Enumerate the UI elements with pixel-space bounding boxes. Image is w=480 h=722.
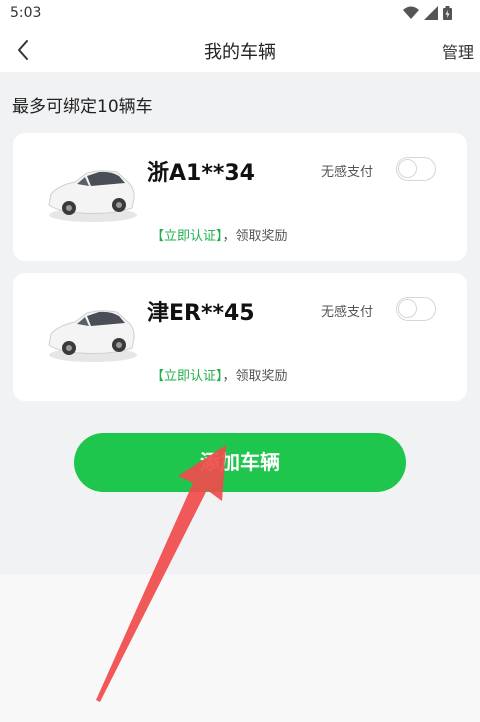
vehicle-list-area: 最多可绑定10辆车 浙A1**34 无感支付 【立即认证】，领取奖励 津ER**	[0, 72, 480, 574]
seamless-pay-label: 无感支付	[321, 165, 374, 180]
verify-reward-text: ，领取奖励	[222, 369, 288, 384]
seamless-pay-toggle[interactable]	[396, 157, 436, 181]
car-image	[48, 310, 137, 362]
verify-now-link[interactable]: 【立即认证】	[151, 229, 223, 244]
vehicle-limit-text: 最多可绑定10辆车	[12, 97, 153, 117]
toggle-knob	[398, 299, 417, 318]
verify-row: 【立即认证】，领取奖励	[151, 365, 288, 384]
page-title: 我的车辆	[204, 42, 276, 63]
verify-now-link[interactable]: 【立即认证】	[151, 369, 223, 384]
vehicle-card[interactable]: 浙A1**34 无感支付 【立即认证】，领取奖励	[13, 133, 467, 261]
battery-icon	[443, 6, 452, 20]
seamless-pay-toggle[interactable]	[396, 297, 436, 321]
verify-row: 【立即认证】，领取奖励	[151, 225, 288, 244]
plate-number: 浙A1**34	[147, 161, 255, 186]
nav-bar: 我的车辆 管理	[0, 26, 480, 72]
add-vehicle-button[interactable]: 添加车辆	[74, 433, 406, 492]
verify-reward-text: ，领取奖励	[222, 229, 288, 244]
status-bar: 5:03	[0, 0, 480, 26]
vehicle-card[interactable]: 津ER**45 无感支付 【立即认证】，领取奖励	[13, 273, 467, 401]
car-image	[48, 170, 137, 222]
status-icons	[403, 6, 452, 20]
signal-icon	[424, 6, 438, 20]
plate-number: 津ER**45	[147, 301, 255, 326]
wifi-icon	[403, 6, 419, 19]
manage-button[interactable]: 管理	[442, 39, 474, 63]
seamless-pay-label: 无感支付	[321, 305, 374, 320]
toggle-knob	[398, 159, 417, 178]
status-time: 5:03	[10, 5, 42, 21]
